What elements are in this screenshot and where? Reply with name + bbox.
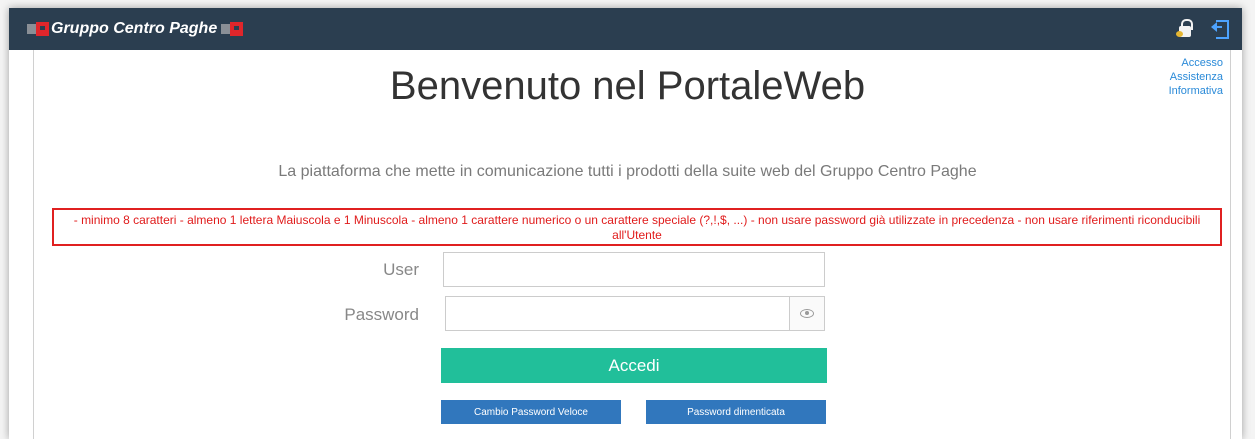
password-label: Password <box>344 305 419 324</box>
page-title: Benvenuto nel PortaleWeb <box>389 64 866 108</box>
logo-mark-icon <box>27 22 49 36</box>
tagline: La piattaforma che mette in comunicazion… <box>278 163 977 180</box>
password-rules-notice: - minimo 8 caratteri - almeno 1 lettera … <box>52 208 1222 246</box>
navbar-actions <box>1176 18 1230 39</box>
brand-name: Gruppo Centro Paghe <box>51 20 218 37</box>
logo-mark-icon <box>221 22 244 36</box>
exit-icon[interactable] <box>1211 19 1230 39</box>
user-label: User <box>383 260 419 279</box>
eye-icon <box>800 309 814 318</box>
quick-password-change-button[interactable]: Cambio Password Veloce <box>441 400 621 424</box>
top-navbar: Gruppo Centro Paghe <box>9 8 1242 50</box>
show-password-button[interactable] <box>789 296 825 331</box>
lock-key-icon[interactable] <box>1176 18 1194 38</box>
login-button[interactable]: Accedi <box>441 348 827 383</box>
password-input[interactable] <box>445 296 790 331</box>
brand-logo[interactable]: Gruppo Centro Paghe <box>27 20 244 38</box>
user-input[interactable] <box>443 252 825 287</box>
forgot-password-button[interactable]: Password dimenticata <box>646 400 826 424</box>
